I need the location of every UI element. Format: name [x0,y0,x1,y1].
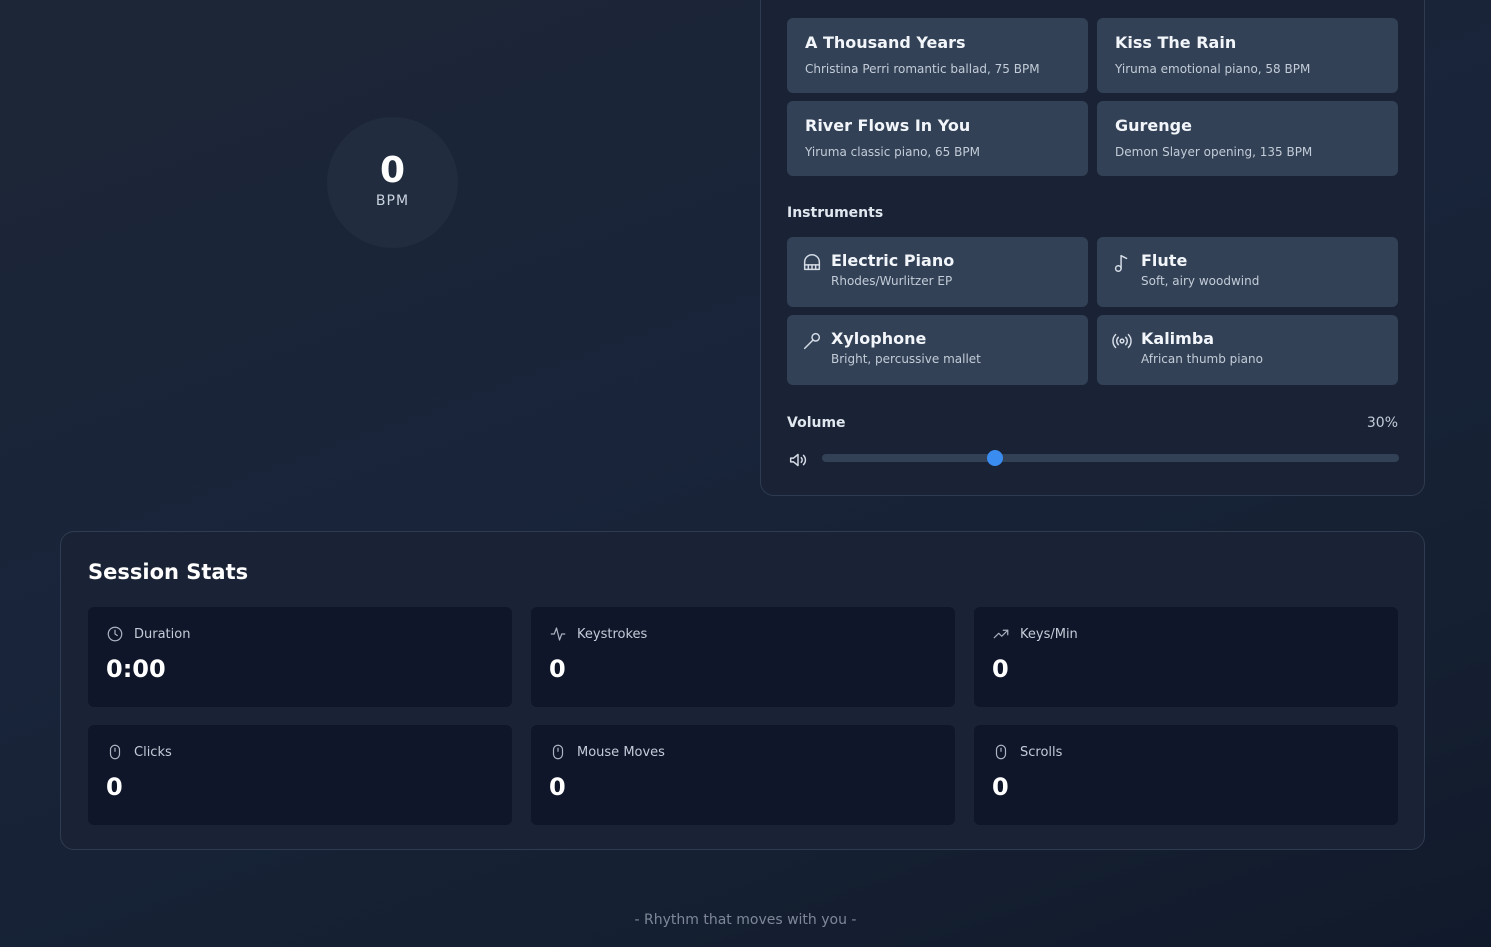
stat-scrolls: Scrolls 0 [974,725,1398,825]
stat-label: Mouse Moves [577,744,665,760]
instrument-name: Electric Piano [831,251,955,270]
instrument-name: Kalimba [1141,329,1215,348]
stat-value: 0 [992,773,1009,801]
mouse-icon [992,743,1010,761]
instrument-subtitle: Rhodes/Wurlitzer EP [831,274,953,288]
radio-waves-icon [1111,330,1133,352]
trending-up-icon [992,625,1010,643]
volume-percent: 30% [1366,415,1398,431]
song-card-a-thousand-years[interactable]: A Thousand Years Christina Perri romanti… [787,18,1088,93]
instrument-name: Xylophone [831,329,927,348]
stat-value: 0 [106,773,123,801]
instrument-subtitle: African thumb piano [1141,352,1263,366]
activity-icon [549,625,567,643]
song-card-kiss-the-rain[interactable]: Kiss The Rain Yiruma emotional piano, 58… [1097,18,1398,93]
stat-clicks: Clicks 0 [88,725,512,825]
instrument-subtitle: Bright, percussive mallet [831,352,981,366]
song-subtitle: Yiruma classic piano, 65 BPM [805,145,980,159]
bpm-unit: BPM [375,192,410,209]
stat-label: Duration [134,626,191,642]
stat-value: 0 [549,655,566,683]
instrument-card-kalimba[interactable]: Kalimba African thumb piano [1097,315,1398,385]
song-title: Gurenge [1115,116,1192,135]
stat-duration: Duration 0:00 [88,607,512,707]
song-subtitle: Yiruma emotional piano, 58 BPM [1115,62,1311,76]
song-title: River Flows In You [805,116,971,135]
instrument-name: Flute [1141,251,1188,270]
instrument-card-flute[interactable]: Flute Soft, airy woodwind [1097,237,1398,307]
song-title: A Thousand Years [805,33,966,52]
song-card-gurenge[interactable]: Gurenge Demon Slayer opening, 135 BPM [1097,101,1398,176]
instrument-list: Electric Piano Rhodes/Wurlitzer EP Flute… [787,237,1398,385]
piano-icon [801,252,823,274]
instrument-card-xylophone[interactable]: Xylophone Bright, percussive mallet [787,315,1088,385]
stat-mouse-moves: Mouse Moves 0 [531,725,955,825]
stats-grid: Duration 0:00 Keystrokes 0 Keys/Min 0 Cl… [88,607,1398,825]
song-subtitle: Christina Perri romantic ballad, 75 BPM [805,62,1040,76]
footer-tagline: - Rhythm that moves with you - [634,912,857,928]
stat-keystrokes: Keystrokes 0 [531,607,955,707]
volume-slider-thumb[interactable] [987,450,1004,466]
stat-label: Keys/Min [1020,626,1078,642]
stat-keys-per-min: Keys/Min 0 [974,607,1398,707]
speaker-icon[interactable] [787,449,809,471]
stat-label: Keystrokes [577,626,648,642]
instrument-card-electric-piano[interactable]: Electric Piano Rhodes/Wurlitzer EP [787,237,1088,307]
song-title: Kiss The Rain [1115,33,1237,52]
mouse-icon [549,743,567,761]
bpm-display: 0 BPM [327,117,458,248]
volume-label: Volume [787,415,846,431]
instruments-label: Instruments [787,205,884,221]
stat-value: 0:00 [106,655,166,683]
stat-label: Clicks [134,744,172,760]
song-card-river-flows-in-you[interactable]: River Flows In You Yiruma classic piano,… [787,101,1088,176]
song-list: A Thousand Years Christina Perri romanti… [787,18,1398,176]
mouse-icon [106,743,124,761]
stat-value: 0 [992,655,1009,683]
stat-label: Scrolls [1020,744,1063,760]
volume-slider[interactable] [822,450,1399,466]
instrument-subtitle: Soft, airy woodwind [1141,274,1260,288]
music-note-icon [1111,252,1133,274]
session-stats-title: Session Stats [88,560,249,584]
clock-icon [106,625,124,643]
bpm-value: 0 [379,149,406,191]
mallet-icon [801,330,823,352]
session-stats-panel: Session Stats Duration 0:00 Keystrokes 0 [60,531,1425,850]
stat-value: 0 [549,773,566,801]
controls-panel: A Thousand Years Christina Perri romanti… [760,0,1425,496]
song-subtitle: Demon Slayer opening, 135 BPM [1115,145,1313,159]
